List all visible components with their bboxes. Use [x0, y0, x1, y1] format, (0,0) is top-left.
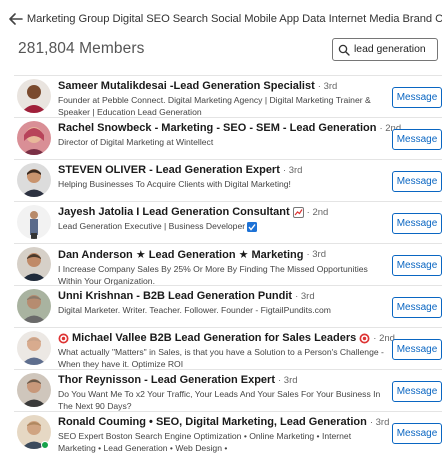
message-button[interactable]: Message	[392, 171, 442, 192]
member-headline: Do You Want Me To x2 Your Traffic, Your …	[58, 389, 381, 411]
back-arrow-icon	[9, 13, 24, 25]
member-name[interactable]: Jayesh Jatolia I Lead Generation Consult…	[58, 206, 290, 218]
member-name[interactable]: Sameer Mutalikdesai -Lead Generation Spe…	[58, 80, 315, 92]
member-headline: Digital Marketer. Writer. Teacher. Follo…	[58, 305, 331, 315]
list-item: Michael Vallee B2B Lead Generation for S…	[14, 327, 442, 369]
avatar[interactable]	[17, 373, 51, 407]
message-button[interactable]: Message	[392, 213, 442, 234]
member-headline: Director of Digital Marketing at Wintell…	[58, 137, 214, 147]
connection-degree: · 3rd	[306, 249, 327, 260]
list-item: Unni Krishnan - B2B Lead Generation Pund…	[14, 285, 442, 327]
avatar[interactable]	[17, 331, 51, 365]
list-item: Sameer Mutalikdesai -Lead Generation Spe…	[14, 75, 442, 117]
member-name[interactable]: Unni Krishnan - B2B Lead Generation Pund…	[58, 290, 292, 302]
chart-emoji-icon	[292, 206, 304, 218]
list-item: Dan Anderson ★ Lead Generation ★ Marketi…	[14, 243, 442, 286]
connection-degree: · 3rd	[317, 80, 338, 92]
member-name[interactable]: Rachel Snowbeck - Marketing - SEO - SEM …	[58, 122, 376, 134]
member-list: Sameer Mutalikdesai -Lead Generation Spe…	[14, 75, 442, 453]
search-icon	[338, 44, 350, 56]
list-item: Rachel Snowbeck - Marketing - SEO - SEM …	[14, 117, 442, 159]
avatar[interactable]	[17, 205, 51, 239]
members-count: 281,804 Members	[18, 40, 145, 57]
member-name[interactable]: Ronald Couming • SEO, Digital Marketing,…	[58, 416, 367, 428]
list-item: Ronald Couming • SEO, Digital Marketing,…	[14, 411, 442, 453]
avatar[interactable]	[17, 163, 51, 197]
message-button[interactable]: Message	[392, 297, 442, 318]
member-headline: Helping Businesses To Acquire Clients wi…	[58, 179, 291, 189]
list-item: STEVEN OLIVER - Lead Generation Expert · …	[14, 159, 442, 201]
member-name[interactable]: STEVEN OLIVER - Lead Generation Expert	[58, 164, 280, 176]
target-icon	[359, 333, 370, 344]
group-header: Marketing Group Digital SEO Search Socia…	[0, 0, 442, 38]
connection-degree: · 3rd	[278, 374, 298, 386]
target-icon	[58, 333, 69, 344]
message-button[interactable]: Message	[392, 381, 442, 402]
back-button[interactable]	[0, 0, 27, 38]
connection-degree: · 3rd	[369, 416, 390, 428]
member-name[interactable]: Dan Anderson ★ Lead Generation ★ Marketi…	[58, 248, 303, 261]
avatar[interactable]	[17, 79, 51, 113]
member-name[interactable]: Michael Vallee B2B Lead Generation for S…	[72, 332, 356, 344]
connection-degree: · 3rd	[295, 290, 315, 302]
connection-degree: · 3rd	[282, 164, 303, 176]
member-headline: Lead Generation Executive | Business Dev…	[58, 221, 246, 231]
member-headline: I Increase Company Sales By 25% Or More …	[58, 264, 368, 286]
message-button[interactable]: Message	[392, 255, 442, 276]
check-box-icon	[247, 221, 258, 232]
member-search[interactable]	[332, 38, 438, 61]
search-input[interactable]	[354, 44, 436, 55]
message-button[interactable]: Message	[392, 339, 442, 360]
connection-degree: · 2nd	[306, 206, 329, 218]
member-headline: Founder at Pebble Connect. Digital Marke…	[58, 95, 371, 117]
message-button[interactable]: Message	[392, 129, 442, 150]
list-item: Thor Reynisson - Lead Generation Expert ·…	[14, 369, 442, 411]
group-title[interactable]: Marketing Group Digital SEO Search Socia…	[27, 13, 442, 25]
list-item: Jayesh Jatolia I Lead Generation Consult…	[14, 201, 442, 243]
member-headline: What actually "Matters" in Sales, is tha…	[58, 347, 384, 369]
member-name[interactable]: Thor Reynisson - Lead Generation Expert	[58, 374, 275, 386]
message-button[interactable]: Message	[392, 423, 442, 444]
avatar[interactable]	[17, 247, 51, 281]
avatar[interactable]	[17, 289, 51, 323]
avatar[interactable]	[17, 121, 51, 155]
member-headline: SEO Expert Boston Search Engine Optimiza…	[58, 431, 352, 453]
online-status-indicator	[41, 441, 49, 449]
message-button[interactable]: Message	[392, 87, 442, 108]
